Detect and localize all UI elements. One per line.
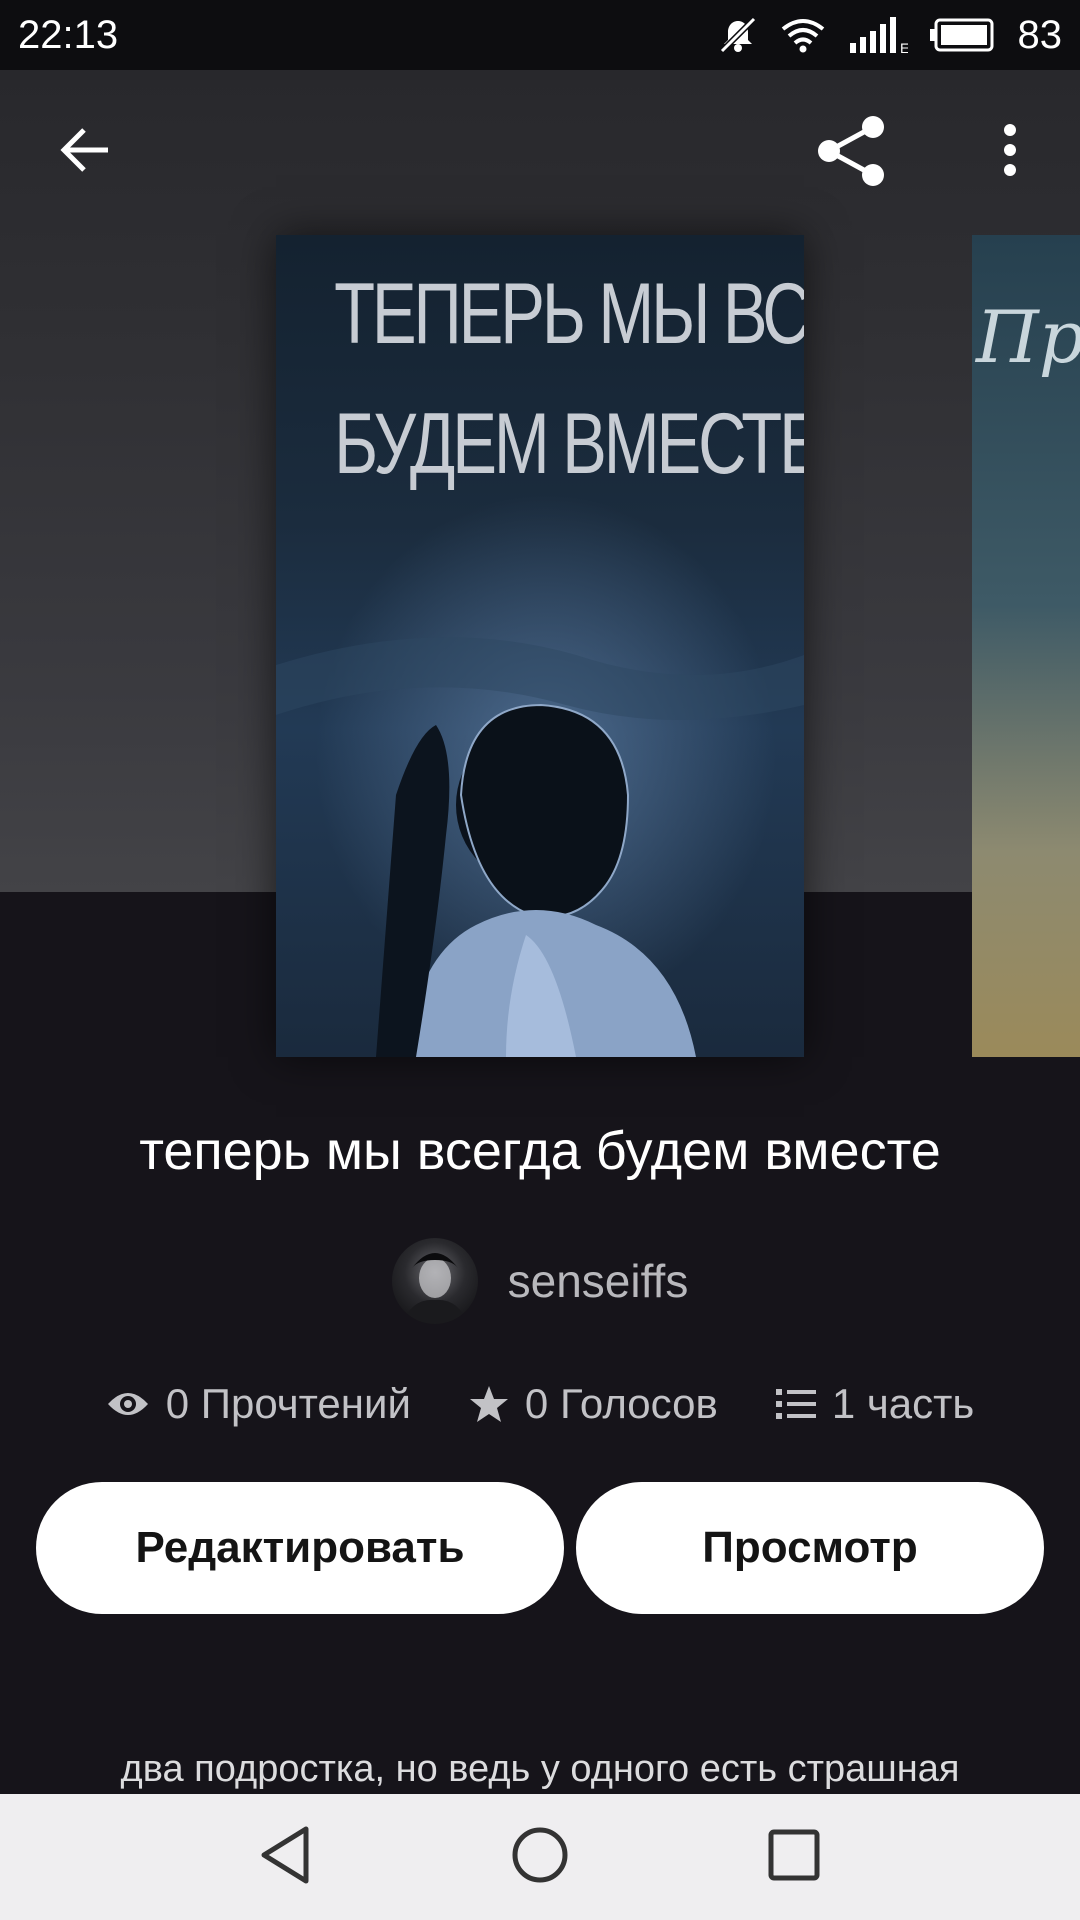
- next-cover-text: Пр: [976, 295, 1080, 379]
- signal-icon: E: [848, 15, 908, 55]
- cover-figure-illustration: [276, 495, 804, 1057]
- next-story-cover[interactable]: Пр: [972, 235, 1080, 1057]
- battery-percent: 83: [1017, 12, 1063, 57]
- nav-recents-button[interactable]: [766, 1827, 822, 1888]
- nav-home-button[interactable]: [510, 1825, 570, 1890]
- preview-button[interactable]: Просмотр: [576, 1482, 1044, 1614]
- back-arrow-icon: [60, 128, 108, 172]
- battery-icon: [929, 17, 996, 53]
- list-icon: [775, 1389, 816, 1419]
- reads-count: 0 Прочтений: [165, 1380, 411, 1427]
- back-button[interactable]: [40, 110, 130, 190]
- nav-home-icon: [512, 1827, 568, 1882]
- parts-count: 1 часть: [831, 1380, 975, 1427]
- edit-button[interactable]: Редактировать: [36, 1482, 564, 1614]
- reads-stat: 0 Прочтений: [106, 1380, 411, 1428]
- status-icons: E 83: [718, 12, 1063, 58]
- story-title: теперь мы всегда будем вместе: [139, 1121, 941, 1181]
- svg-text:E: E: [900, 40, 908, 55]
- wifi-icon: [780, 15, 826, 55]
- nav-recents-icon: [768, 1829, 820, 1880]
- eye-icon: [107, 1393, 148, 1415]
- votes-stat: 0 Голосов: [469, 1380, 718, 1428]
- system-nav-bar: [0, 1794, 1080, 1920]
- nav-back-icon: [261, 1826, 309, 1883]
- author-name[interactable]: senseiffs: [508, 1254, 689, 1308]
- share-icon: [818, 116, 884, 186]
- status-time: 22:13: [18, 12, 119, 57]
- parts-stat: 1 часть: [775, 1380, 975, 1428]
- more-options-button[interactable]: [980, 110, 1040, 190]
- muted-bell-icon: [718, 15, 758, 55]
- share-button[interactable]: [806, 106, 896, 196]
- story-stats: 0 Прочтений 0 Голосов 1 часть: [0, 1380, 1080, 1428]
- more-vert-icon: [1004, 124, 1016, 176]
- story-description: два подростка, но ведь у одного есть стр…: [120, 1748, 960, 1790]
- avatar[interactable]: [391, 1238, 478, 1324]
- nav-back-button[interactable]: [258, 1825, 314, 1890]
- votes-count: 0 Голосов: [524, 1380, 718, 1427]
- author-row[interactable]: senseiffs: [0, 1238, 1080, 1324]
- story-cover-image[interactable]: ТЕПЕРЬ МЫ ВСЕГДА БУДЕМ ВМЕСТЕ: [276, 235, 804, 1057]
- star-icon: [469, 1386, 508, 1422]
- status-bar: 22:13 E 83: [0, 0, 1080, 70]
- avatar-image: [401, 1253, 468, 1324]
